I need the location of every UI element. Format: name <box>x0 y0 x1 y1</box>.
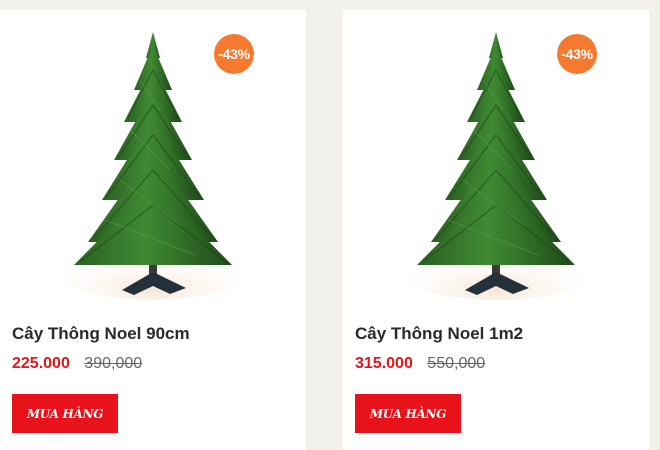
price-row: 225.000 390,000 <box>12 355 142 373</box>
original-price: 550,000 <box>427 355 486 372</box>
original-price: 390,000 <box>84 355 143 372</box>
product-card[interactable]: -43% Cây Thông Noel 1m2 315.000 550,000 … <box>343 10 649 450</box>
product-title[interactable]: Cây Thông Noel 1m2 <box>355 324 523 344</box>
product-title[interactable]: Cây Thông Noel 90cm <box>12 324 190 344</box>
product-image[interactable] <box>343 10 649 315</box>
sale-price: 315.000 <box>355 355 413 372</box>
christmas-tree-image <box>47 31 259 301</box>
price-row: 315.000 550,000 <box>355 355 485 373</box>
christmas-tree-image <box>390 31 602 301</box>
product-card[interactable]: -43% Cây Thông Noel 90cm 225.000 390,000… <box>0 10 306 450</box>
buy-button[interactable]: MUA HÀNG <box>12 394 118 433</box>
discount-badge: -43% <box>214 34 254 74</box>
buy-button[interactable]: MUA HÀNG <box>355 394 461 433</box>
discount-badge: -43% <box>557 34 597 74</box>
product-image[interactable] <box>0 10 306 315</box>
sale-price: 225.000 <box>12 355 70 372</box>
